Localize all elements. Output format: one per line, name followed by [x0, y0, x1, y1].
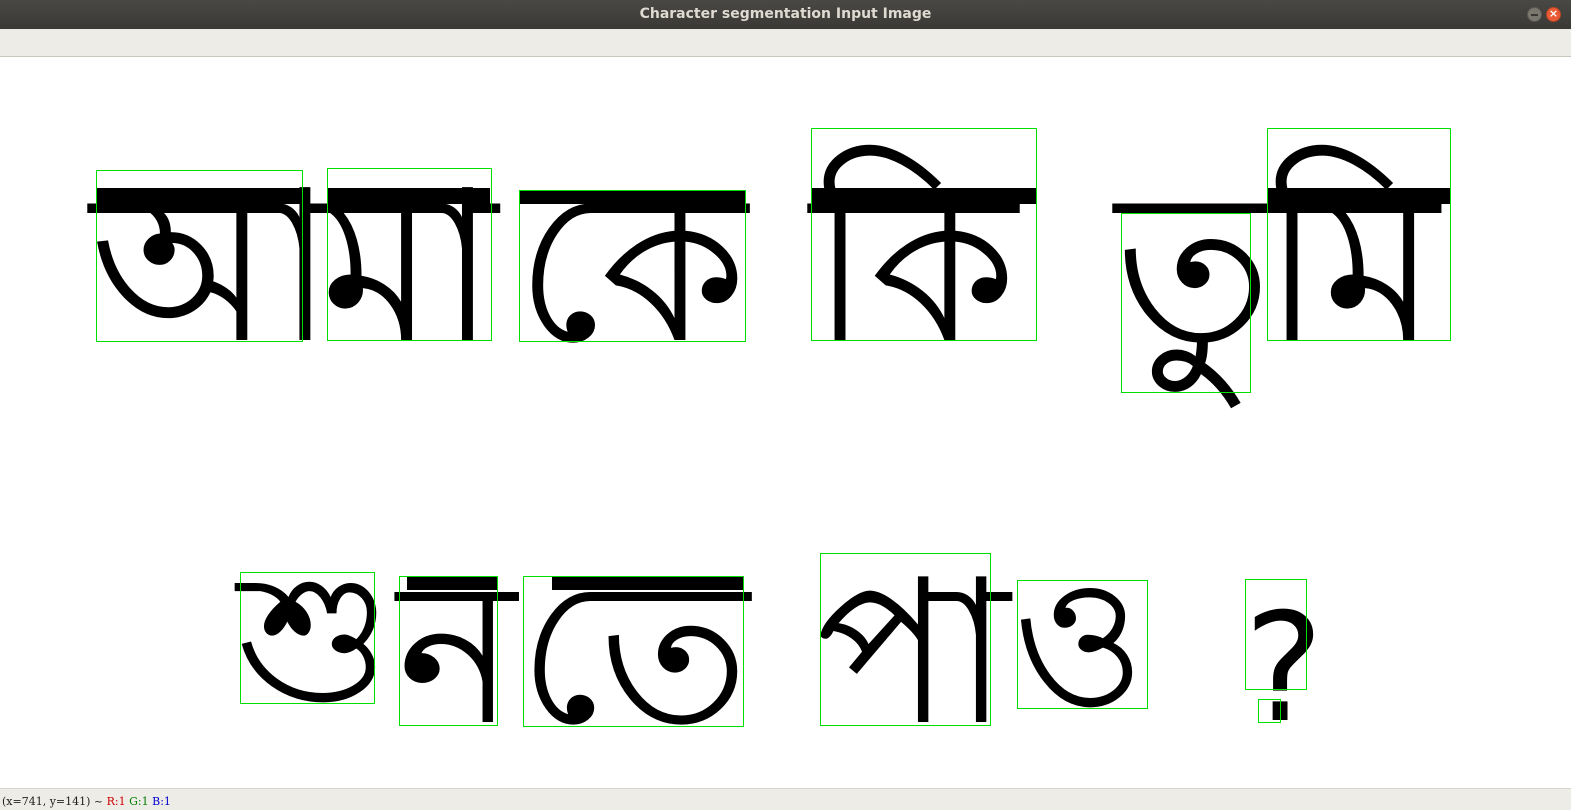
minimize-button[interactable] — [1527, 7, 1542, 22]
image-canvas[interactable]: আ মা কে কি তু মি শু ন তে পা ও ? — [0, 57, 1571, 788]
glyph: মি — [1259, 145, 1442, 390]
glyph: মা — [317, 145, 501, 390]
blue-value: B:1 — [152, 795, 171, 808]
segmented-image: আ মা কে কি তু মি শু ন তে পা ও ? — [87, 128, 1451, 770]
green-value: G:1 — [129, 795, 149, 808]
glyph: কি — [807, 145, 1020, 390]
toolbar — [0, 29, 1571, 57]
red-value: R:1 — [106, 795, 126, 808]
title-bar: Character segmentation Input Image × — [0, 0, 1571, 29]
glyph: ? — [1244, 582, 1324, 756]
glyph: পা — [816, 537, 1013, 770]
glyph: ন — [394, 537, 519, 770]
status-bar: (x=741, y=141) ~ R:1 G:1 B:1 — [0, 788, 1571, 810]
pixel-readout: (x=741, y=141) ~ R:1 G:1 B:1 — [2, 795, 171, 808]
glyph: তু — [1112, 145, 1276, 408]
glyph: শু — [234, 534, 392, 743]
window-title: Character segmentation Input Image — [639, 6, 932, 22]
glyph: কে — [515, 145, 750, 390]
glyph: তে — [518, 537, 752, 770]
cursor-coords: (x=741, y=141) ~ — [2, 795, 104, 808]
glyph: ও — [1013, 539, 1145, 748]
close-button[interactable]: × — [1546, 7, 1561, 22]
glyph: আ — [87, 145, 338, 390]
